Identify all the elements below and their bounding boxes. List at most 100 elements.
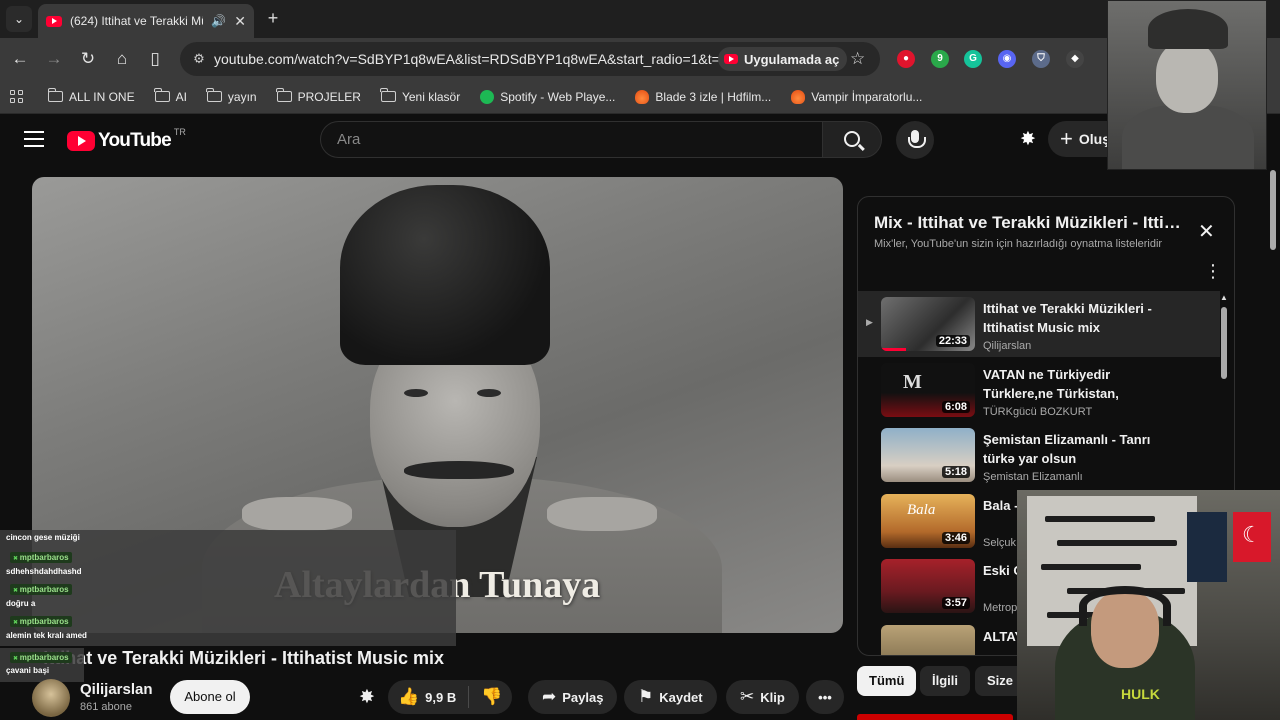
scrollbar-thumb[interactable] bbox=[1221, 307, 1227, 379]
youtube-wordmark: YouTube bbox=[98, 130, 172, 151]
chat-message: mptbarbaros sdhehshdahdhashd bbox=[0, 550, 456, 582]
video-duration: 3:46 bbox=[941, 531, 970, 544]
youtube-app-icon bbox=[724, 54, 738, 64]
folder-icon bbox=[380, 88, 396, 102]
filter-chip-related[interactable]: İlgili bbox=[920, 666, 970, 696]
playlist-item[interactable]: M 6:08 VATAN ne Türkiyedir Türklere,ne T… bbox=[858, 357, 1220, 423]
search-button[interactable] bbox=[822, 121, 882, 158]
stream-chat-overlay: cincon gese müziği mptbarbaros sdhehshdah… bbox=[0, 530, 456, 646]
playlist-thumbnail[interactable]: Bala 3:46 bbox=[881, 493, 975, 548]
scroll-up-icon[interactable]: ▲ bbox=[1220, 293, 1228, 302]
playlist-thumbnail[interactable]: 3:57 bbox=[881, 559, 975, 613]
playlist-item-title: Ittihat ve Terakki Müzikleri - Ittihatis… bbox=[983, 301, 1152, 335]
page-scrollbar-thumb[interactable] bbox=[1270, 170, 1276, 250]
more-vertical-icon[interactable]: ⋮ bbox=[1204, 261, 1222, 282]
photo-epaulette-left bbox=[242, 497, 352, 531]
apps-grid-icon[interactable] bbox=[10, 89, 24, 104]
extension-red-icon[interactable]: ● bbox=[897, 50, 915, 68]
photo-fur-hat bbox=[340, 185, 550, 365]
photo-mustache bbox=[404, 461, 514, 479]
playlist-title: Mix - Ittihat ve Terakki Müzikleri - Itt… bbox=[874, 213, 1184, 232]
extension-green-icon[interactable]: 9 bbox=[931, 50, 949, 68]
rifle-shape bbox=[1041, 564, 1141, 570]
plus-icon: + bbox=[1060, 126, 1073, 151]
playlist-item[interactable]: ▶ 22:33 Ittihat ve Terakki Müzikleri - I… bbox=[858, 291, 1220, 357]
home-icon[interactable]: ⌂ bbox=[110, 47, 134, 71]
watch-progress bbox=[881, 348, 907, 351]
speaker-icon[interactable]: 🔊 bbox=[211, 14, 226, 28]
like-icon[interactable]: 👍 bbox=[398, 687, 419, 707]
photo-eye-left bbox=[404, 389, 428, 397]
reload-icon[interactable]: ↻ bbox=[76, 47, 100, 71]
search-input[interactable]: Ara bbox=[320, 121, 823, 158]
forward-arrow-icon[interactable]: → bbox=[42, 47, 66, 71]
video-duration: 5:18 bbox=[941, 466, 970, 478]
browser-tab-active[interactable]: (624) Ittihat ve Terakki Müzikleri - Itt… bbox=[38, 4, 254, 38]
folder-icon bbox=[206, 88, 222, 102]
playlist-thumbnail[interactable] bbox=[881, 624, 975, 655]
video-title-text: Ittihat ve Terakki Müzikleri - Ittihatis… bbox=[43, 648, 444, 668]
bookmark-yeni-klasor[interactable]: Yeni klasör bbox=[380, 88, 460, 104]
voice-search-icon[interactable] bbox=[896, 121, 934, 159]
clip-label: Klip bbox=[760, 689, 785, 705]
menu-icon[interactable] bbox=[24, 131, 44, 147]
bookmark-projeler[interactable]: PROJELER bbox=[276, 88, 361, 104]
chat-message: mptbarbaros alemin tek kralı amed bbox=[0, 614, 456, 646]
bookmark-spotify[interactable]: Spotify - Web Playe... bbox=[480, 89, 615, 104]
now-playing-icon: ▶ bbox=[866, 317, 873, 327]
extension-badge: 9 bbox=[937, 53, 943, 64]
open-in-app-button[interactable]: Uygulamada aç bbox=[718, 47, 848, 71]
like-count[interactable]: 9,9 B bbox=[425, 690, 456, 705]
playlist-item-title: Şemistan Elizamanlı - Tanrı türkə yar ol… bbox=[983, 432, 1151, 466]
site-settings-icon[interactable]: ⚙ bbox=[190, 50, 208, 68]
bookmark-yayin[interactable]: yayın bbox=[206, 88, 257, 104]
dislike-icon[interactable]: 👎 bbox=[481, 687, 502, 707]
subscribe-button[interactable]: Abone ol bbox=[170, 680, 250, 714]
address-bar[interactable]: ⚙ youtube.com/watch?v=SdBYP1q8wEA&list=R… bbox=[180, 42, 880, 76]
rifle-shape bbox=[1045, 516, 1155, 522]
url-text[interactable]: youtube.com/watch?v=SdBYP1q8wEA&list=RDS… bbox=[214, 51, 750, 67]
bookmark-vampir[interactable]: Vampir İmparatorlu... bbox=[791, 89, 922, 104]
save-button[interactable]: ⚑ Kaydet bbox=[624, 680, 717, 714]
split-view-icon[interactable]: ▯ bbox=[143, 47, 167, 71]
puzzle-extension-icon[interactable]: ✸ bbox=[1016, 128, 1040, 152]
discord-icon[interactable]: ◉ bbox=[998, 50, 1016, 68]
fire-icon bbox=[791, 89, 806, 104]
scissors-icon: ✂ bbox=[740, 687, 755, 706]
back-arrow-icon[interactable]: ← bbox=[8, 47, 32, 71]
webcam-banner bbox=[1187, 512, 1227, 582]
grammarly-icon[interactable]: G bbox=[964, 50, 982, 68]
channel-avatar[interactable] bbox=[32, 679, 70, 717]
fire-icon bbox=[635, 89, 650, 104]
playlist-thumbnail[interactable]: 5:18 bbox=[881, 428, 975, 482]
share-button[interactable]: ➦ Paylaş bbox=[528, 680, 618, 714]
puzzle-extension-icon[interactable]: ✸ bbox=[359, 686, 375, 709]
new-tab-button[interactable]: + bbox=[262, 7, 284, 29]
bookmark-blade[interactable]: Blade 3 izle | Hdfilm... bbox=[635, 89, 771, 104]
diamond-extension-icon[interactable]: ◆ bbox=[1066, 50, 1084, 68]
bookmark-star-icon[interactable]: ☆ bbox=[850, 49, 865, 69]
bookmark-all-in-one[interactable]: ALL IN ONE bbox=[47, 88, 135, 104]
like-dislike-group: 👍 9,9 B 👎 bbox=[388, 680, 513, 714]
shield-extension-icon[interactable]: ⛉ bbox=[1032, 50, 1050, 68]
close-icon[interactable]: ✕ bbox=[1198, 219, 1215, 244]
bookmark-icon: ⚑ bbox=[638, 687, 654, 706]
more-actions-button[interactable]: ••• bbox=[806, 680, 844, 714]
save-label: Kaydet bbox=[659, 689, 703, 705]
filter-chip-all[interactable]: Tümü bbox=[857, 666, 917, 696]
youtube-favicon-icon bbox=[46, 15, 62, 27]
youtube-logo[interactable]: YouTube TR bbox=[67, 127, 186, 152]
chat-username: mptbarbaros bbox=[10, 616, 72, 627]
clip-button[interactable]: ✂ Klip bbox=[726, 680, 799, 714]
bookmark-ai[interactable]: AI bbox=[154, 88, 187, 104]
close-tab-icon[interactable]: ✕ bbox=[234, 13, 246, 30]
folder-icon bbox=[276, 88, 292, 102]
chat-text: sdhehshdahdhashd bbox=[6, 567, 82, 576]
playlist-item[interactable]: 5:18 Şemistan Elizamanlı - Tanrı türkə y… bbox=[858, 422, 1220, 488]
playlist-item-channel: Selçuk bbox=[983, 536, 1017, 549]
channel-name[interactable]: Qilijarslan bbox=[80, 681, 153, 698]
playlist-thumbnail[interactable]: M 6:08 bbox=[881, 362, 975, 417]
tab-search-button[interactable]: ⌄ bbox=[6, 6, 32, 32]
playlist-thumbnail[interactable]: 22:33 bbox=[881, 297, 975, 351]
chat-text: alemin tek kralı amed bbox=[6, 631, 87, 640]
